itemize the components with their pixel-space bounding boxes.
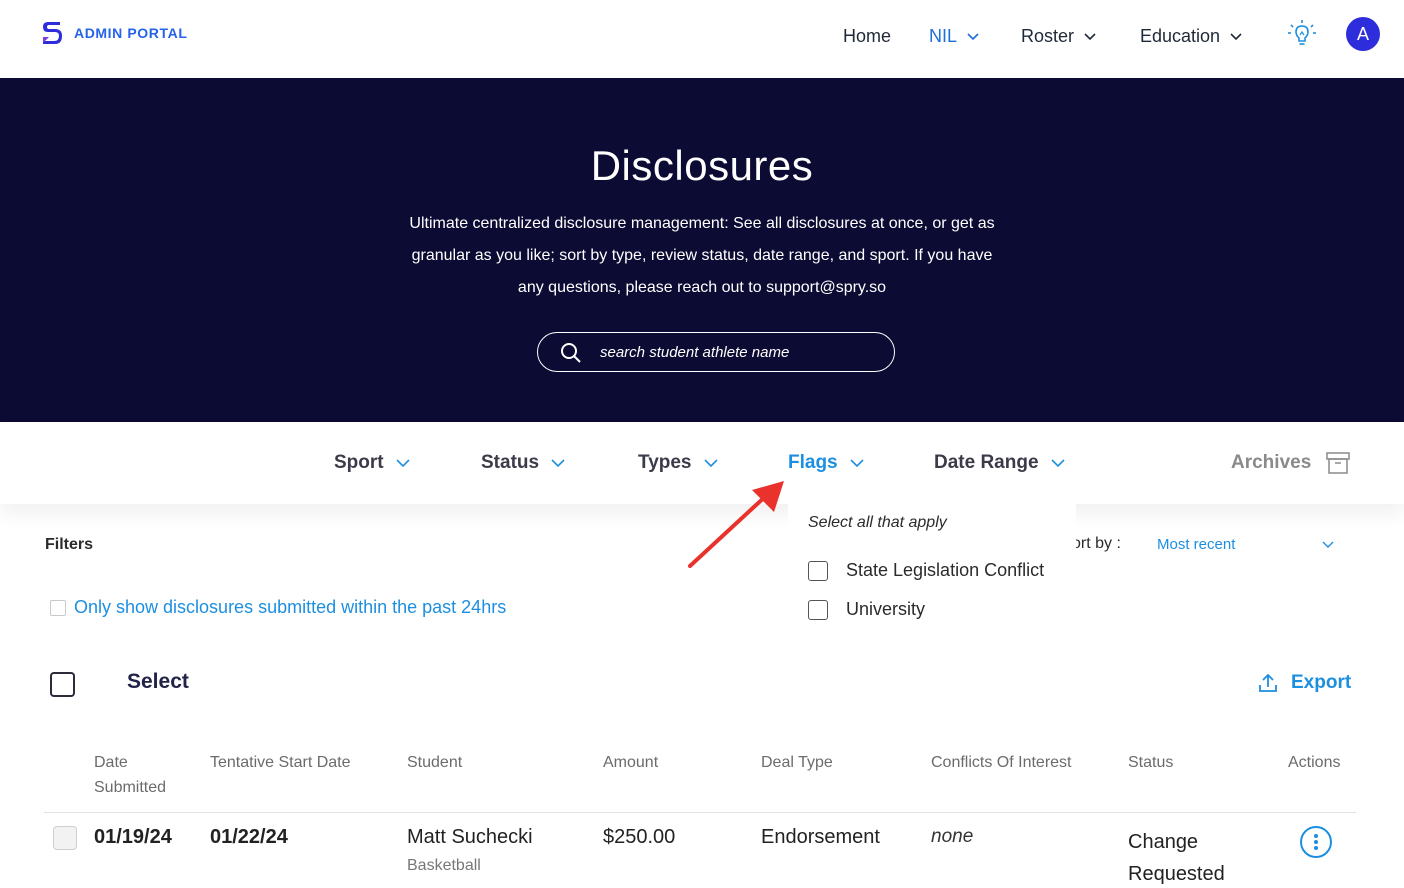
filters-label: Filters [45, 536, 94, 553]
filter-bar: Sport Status Types Flags Date Range Arch… [0, 422, 1404, 504]
row-actions-button[interactable] [1300, 826, 1332, 858]
sort-by-label: ort by : [1072, 535, 1121, 552]
cell-amount: $250.00 [603, 826, 676, 848]
user-avatar[interactable]: A [1346, 17, 1380, 51]
flag-checkbox-state-legislation-conflict[interactable] [808, 560, 828, 581]
export-label: Export [1291, 672, 1352, 693]
filter-types-label: Types [638, 452, 692, 473]
filter-date-range-label: Date Range [934, 452, 1039, 473]
column-header-amount[interactable]: Amount [603, 750, 658, 775]
filter-date-range[interactable]: Date Range [934, 452, 1065, 474]
search-icon [561, 343, 581, 363]
upload-icon [1259, 673, 1277, 692]
chevron-down-icon[interactable] [1322, 541, 1334, 549]
logo-text: ADMIN PORTAL [74, 25, 188, 41]
nav-education[interactable]: Education [1140, 26, 1242, 47]
search-input[interactable] [600, 341, 880, 363]
flag-option-label: State Legislation Conflict [846, 560, 1045, 580]
chevron-down-icon [1050, 458, 1065, 467]
nav-nil-label: NIL [929, 26, 958, 46]
table-divider [44, 812, 1356, 813]
cell-student-name[interactable]: Matt Suchecki [407, 826, 533, 849]
nav-home-label: Home [843, 26, 892, 46]
cell-status: Change Requested [1128, 831, 1225, 885]
archives-link[interactable]: Archives [1231, 452, 1311, 474]
top-navigation: ADMIN PORTAL Home NIL Roster Education A [0, 0, 1404, 78]
sort-by-select[interactable]: Most recent [1157, 536, 1235, 553]
chevron-down-icon [1230, 32, 1242, 40]
export-button[interactable]: Export [1257, 672, 1351, 694]
nav-home[interactable]: Home [843, 26, 891, 47]
nav-education-label: Education [1140, 26, 1221, 46]
chevron-down-icon [1084, 32, 1096, 40]
filter-types[interactable]: Types [638, 452, 718, 474]
filter-status-label: Status [481, 452, 540, 473]
cell-student-sport: Basketball [407, 857, 481, 874]
nav-roster-label: Roster [1021, 26, 1075, 46]
column-header-status[interactable]: Status [1128, 750, 1173, 775]
cell-start-date: 01/22/24 [210, 826, 288, 848]
column-header-conflicts-of-interest[interactable]: Conflicts Of Interest [931, 750, 1072, 775]
select-label: Select [127, 670, 189, 693]
filter-status[interactable]: Status [481, 452, 565, 474]
chevron-down-icon [850, 458, 864, 467]
filter-sport[interactable]: Sport [334, 452, 410, 474]
chevron-down-icon [396, 458, 410, 467]
chevron-down-icon [967, 32, 979, 40]
flag-option-state-legislation-conflict[interactable]: State Legislation Conflict [808, 560, 1044, 581]
flags-dropdown-title: Select all that apply [808, 514, 947, 531]
filter-flags[interactable]: Flags [788, 452, 864, 474]
more-vertical-icon [1314, 834, 1318, 850]
hero-section: Disclosures Ultimate centralized disclos… [0, 78, 1404, 422]
filter-flags-label: Flags [788, 452, 838, 473]
chevron-down-icon [551, 458, 565, 467]
cell-conflicts: none [931, 826, 974, 847]
past-24hrs-checkbox[interactable] [50, 600, 66, 616]
cell-date-submitted: 01/19/24 [94, 826, 172, 848]
logo[interactable]: ADMIN PORTAL [40, 20, 188, 46]
column-header-actions: Actions [1288, 754, 1341, 771]
row-checkbox[interactable] [53, 826, 77, 850]
flag-checkbox-university[interactable] [808, 599, 828, 620]
select-all-checkbox[interactable] [50, 672, 75, 697]
page-title: Disclosures [590, 142, 814, 189]
cell-deal-type: Endorsement [761, 826, 880, 848]
avatar-initial: A [1356, 23, 1369, 44]
column-header-student[interactable]: Student [407, 750, 462, 775]
spry-logo-icon [43, 22, 62, 44]
flag-option-university[interactable]: University [808, 599, 925, 620]
column-header-tentative-start-date[interactable]: Tentative Start Date [210, 750, 351, 775]
column-header-deal-type[interactable]: Deal Type [761, 750, 833, 775]
chevron-down-icon [703, 458, 718, 467]
page-description: Ultimate centralized disclosure manageme… [409, 215, 995, 296]
flag-option-label: University [846, 599, 926, 619]
archive-box-icon[interactable] [1326, 452, 1350, 474]
lightbulb-icon[interactable] [1286, 18, 1318, 50]
nav-roster[interactable]: Roster [1021, 26, 1096, 47]
column-header-date-submitted[interactable]: Date Submitted [94, 750, 194, 800]
nav-nil[interactable]: NIL [929, 26, 979, 47]
flags-dropdown: Select all that apply State Legislation … [788, 496, 1076, 640]
past-24hrs-label[interactable]: Only show disclosures submitted within t… [74, 597, 506, 618]
filter-sport-label: Sport [334, 452, 384, 473]
search-bar[interactable] [537, 332, 895, 372]
